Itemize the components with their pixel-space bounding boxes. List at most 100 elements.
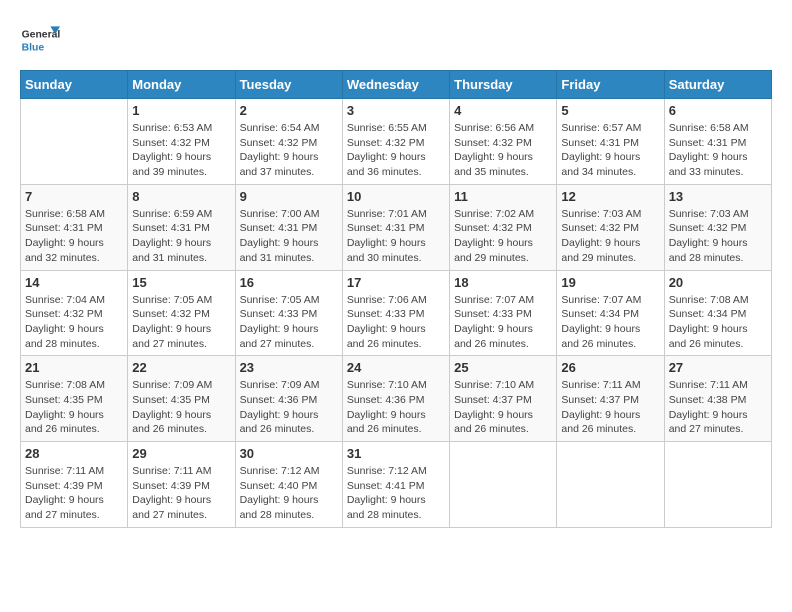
day-info: Sunrise: 7:03 AM Sunset: 4:32 PM Dayligh… xyxy=(561,207,659,266)
day-info: Sunrise: 7:09 AM Sunset: 4:35 PM Dayligh… xyxy=(132,378,230,437)
day-info: Sunrise: 7:03 AM Sunset: 4:32 PM Dayligh… xyxy=(669,207,767,266)
day-header-monday: Monday xyxy=(128,71,235,99)
day-number: 13 xyxy=(669,189,767,204)
day-info: Sunrise: 7:10 AM Sunset: 4:37 PM Dayligh… xyxy=(454,378,552,437)
calendar-day-24: 24 Sunrise: 7:10 AM Sunset: 4:36 PM Dayli… xyxy=(342,356,449,442)
day-number: 2 xyxy=(240,103,338,118)
calendar-day-30: 30Sunrise: 7:12 AM Sunset: 4:40 PM Dayli… xyxy=(235,442,342,528)
day-info: Sunrise: 7:11 AM Sunset: 4:39 PM Dayligh… xyxy=(132,464,230,523)
calendar-day-empty xyxy=(21,99,128,185)
day-info: Sunrise: 7:05 AM Sunset: 4:32 PM Dayligh… xyxy=(132,293,230,352)
calendar-day-27: 27 Sunrise: 7:11 AM Sunset: 4:38 PM Dayli… xyxy=(664,356,771,442)
calendar-day-20: 20 Sunrise: 7:08 AM Sunset: 4:34 PM Dayli… xyxy=(664,270,771,356)
day-number: 31 xyxy=(347,446,445,461)
day-number: 4 xyxy=(454,103,552,118)
calendar-day-8: 8 Sunrise: 6:59 AM Sunset: 4:31 PM Daylig… xyxy=(128,184,235,270)
calendar-day-4: 4 Sunrise: 6:56 AM Sunset: 4:32 PM Daylig… xyxy=(450,99,557,185)
calendar-day-18: 18 Sunrise: 7:07 AM Sunset: 4:33 PM Dayli… xyxy=(450,270,557,356)
calendar-day-1: 1Sunrise: 6:53 AM Sunset: 4:32 PM Daylig… xyxy=(128,99,235,185)
calendar-day-3: 3Sunrise: 6:55 AM Sunset: 4:32 PM Daylig… xyxy=(342,99,449,185)
calendar-day-2: 2Sunrise: 6:54 AM Sunset: 4:32 PM Daylig… xyxy=(235,99,342,185)
day-number: 18 xyxy=(454,275,552,290)
day-info: Sunrise: 7:11 AM Sunset: 4:38 PM Dayligh… xyxy=(669,378,767,437)
day-info: Sunrise: 6:58 AM Sunset: 4:31 PM Dayligh… xyxy=(669,121,767,180)
day-info: Sunrise: 7:11 AM Sunset: 4:39 PM Dayligh… xyxy=(25,464,123,523)
day-info: Sunrise: 6:59 AM Sunset: 4:31 PM Dayligh… xyxy=(132,207,230,266)
calendar-day-9: 9 Sunrise: 7:00 AM Sunset: 4:31 PM Daylig… xyxy=(235,184,342,270)
day-number: 15 xyxy=(132,275,230,290)
calendar-header-row: SundayMondayTuesdayWednesdayThursdayFrid… xyxy=(21,71,772,99)
calendar-day-7: 7 Sunrise: 6:58 AM Sunset: 4:31 PM Daylig… xyxy=(21,184,128,270)
day-info: Sunrise: 7:05 AM Sunset: 4:33 PM Dayligh… xyxy=(240,293,338,352)
calendar-day-12: 12 Sunrise: 7:03 AM Sunset: 4:32 PM Dayli… xyxy=(557,184,664,270)
calendar-day-28: 28 Sunrise: 7:11 AM Sunset: 4:39 PM Dayli… xyxy=(21,442,128,528)
day-number: 17 xyxy=(347,275,445,290)
calendar-week-row: 28 Sunrise: 7:11 AM Sunset: 4:39 PM Dayli… xyxy=(21,442,772,528)
day-number: 3 xyxy=(347,103,445,118)
calendar-week-row: 14 Sunrise: 7:04 AM Sunset: 4:32 PM Dayli… xyxy=(21,270,772,356)
day-number: 14 xyxy=(25,275,123,290)
day-info: Sunrise: 7:07 AM Sunset: 4:34 PM Dayligh… xyxy=(561,293,659,352)
logo: General Blue xyxy=(20,20,64,60)
logo-icon: General Blue xyxy=(20,20,60,60)
day-number: 28 xyxy=(25,446,123,461)
calendar-day-17: 17 Sunrise: 7:06 AM Sunset: 4:33 PM Dayli… xyxy=(342,270,449,356)
day-number: 27 xyxy=(669,360,767,375)
day-number: 7 xyxy=(25,189,123,204)
calendar-day-14: 14 Sunrise: 7:04 AM Sunset: 4:32 PM Dayli… xyxy=(21,270,128,356)
calendar-week-row: 21Sunrise: 7:08 AM Sunset: 4:35 PM Dayli… xyxy=(21,356,772,442)
calendar-day-23: 23 Sunrise: 7:09 AM Sunset: 4:36 PM Dayli… xyxy=(235,356,342,442)
day-info: Sunrise: 7:12 AM Sunset: 4:40 PM Dayligh… xyxy=(240,464,338,523)
day-header-thursday: Thursday xyxy=(450,71,557,99)
calendar-day-15: 15 Sunrise: 7:05 AM Sunset: 4:32 PM Dayli… xyxy=(128,270,235,356)
calendar-day-11: 11 Sunrise: 7:02 AM Sunset: 4:32 PM Dayli… xyxy=(450,184,557,270)
day-header-saturday: Saturday xyxy=(664,71,771,99)
page-header: General Blue xyxy=(20,20,772,60)
calendar-day-19: 19 Sunrise: 7:07 AM Sunset: 4:34 PM Dayli… xyxy=(557,270,664,356)
day-number: 9 xyxy=(240,189,338,204)
day-info: Sunrise: 7:10 AM Sunset: 4:36 PM Dayligh… xyxy=(347,378,445,437)
day-info: Sunrise: 7:07 AM Sunset: 4:33 PM Dayligh… xyxy=(454,293,552,352)
day-number: 25 xyxy=(454,360,552,375)
calendar-day-22: 22 Sunrise: 7:09 AM Sunset: 4:35 PM Dayli… xyxy=(128,356,235,442)
day-header-wednesday: Wednesday xyxy=(342,71,449,99)
day-number: 5 xyxy=(561,103,659,118)
calendar-table: SundayMondayTuesdayWednesdayThursdayFrid… xyxy=(20,70,772,528)
day-info: Sunrise: 6:57 AM Sunset: 4:31 PM Dayligh… xyxy=(561,121,659,180)
calendar-day-25: 25 Sunrise: 7:10 AM Sunset: 4:37 PM Dayli… xyxy=(450,356,557,442)
day-info: Sunrise: 7:01 AM Sunset: 4:31 PM Dayligh… xyxy=(347,207,445,266)
day-header-tuesday: Tuesday xyxy=(235,71,342,99)
day-number: 24 xyxy=(347,360,445,375)
day-number: 16 xyxy=(240,275,338,290)
calendar-day-29: 29Sunrise: 7:11 AM Sunset: 4:39 PM Dayli… xyxy=(128,442,235,528)
day-info: Sunrise: 7:08 AM Sunset: 4:34 PM Dayligh… xyxy=(669,293,767,352)
day-header-sunday: Sunday xyxy=(21,71,128,99)
calendar-day-6: 6 Sunrise: 6:58 AM Sunset: 4:31 PM Daylig… xyxy=(664,99,771,185)
day-number: 22 xyxy=(132,360,230,375)
day-info: Sunrise: 7:08 AM Sunset: 4:35 PM Dayligh… xyxy=(25,378,123,437)
day-number: 11 xyxy=(454,189,552,204)
day-number: 23 xyxy=(240,360,338,375)
day-number: 19 xyxy=(561,275,659,290)
day-info: Sunrise: 7:06 AM Sunset: 4:33 PM Dayligh… xyxy=(347,293,445,352)
day-info: Sunrise: 7:04 AM Sunset: 4:32 PM Dayligh… xyxy=(25,293,123,352)
day-number: 6 xyxy=(669,103,767,118)
calendar-day-empty xyxy=(450,442,557,528)
calendar-week-row: 1Sunrise: 6:53 AM Sunset: 4:32 PM Daylig… xyxy=(21,99,772,185)
day-info: Sunrise: 6:58 AM Sunset: 4:31 PM Dayligh… xyxy=(25,207,123,266)
day-info: Sunrise: 7:09 AM Sunset: 4:36 PM Dayligh… xyxy=(240,378,338,437)
calendar-day-21: 21Sunrise: 7:08 AM Sunset: 4:35 PM Dayli… xyxy=(21,356,128,442)
day-number: 8 xyxy=(132,189,230,204)
svg-text:Blue: Blue xyxy=(22,42,45,53)
day-info: Sunrise: 7:12 AM Sunset: 4:41 PM Dayligh… xyxy=(347,464,445,523)
day-info: Sunrise: 6:53 AM Sunset: 4:32 PM Dayligh… xyxy=(132,121,230,180)
calendar-day-5: 5 Sunrise: 6:57 AM Sunset: 4:31 PM Daylig… xyxy=(557,99,664,185)
day-number: 12 xyxy=(561,189,659,204)
day-info: Sunrise: 7:11 AM Sunset: 4:37 PM Dayligh… xyxy=(561,378,659,437)
day-number: 20 xyxy=(669,275,767,290)
day-number: 10 xyxy=(347,189,445,204)
day-info: Sunrise: 7:02 AM Sunset: 4:32 PM Dayligh… xyxy=(454,207,552,266)
calendar-day-16: 16 Sunrise: 7:05 AM Sunset: 4:33 PM Dayli… xyxy=(235,270,342,356)
day-info: Sunrise: 6:56 AM Sunset: 4:32 PM Dayligh… xyxy=(454,121,552,180)
day-info: Sunrise: 7:00 AM Sunset: 4:31 PM Dayligh… xyxy=(240,207,338,266)
